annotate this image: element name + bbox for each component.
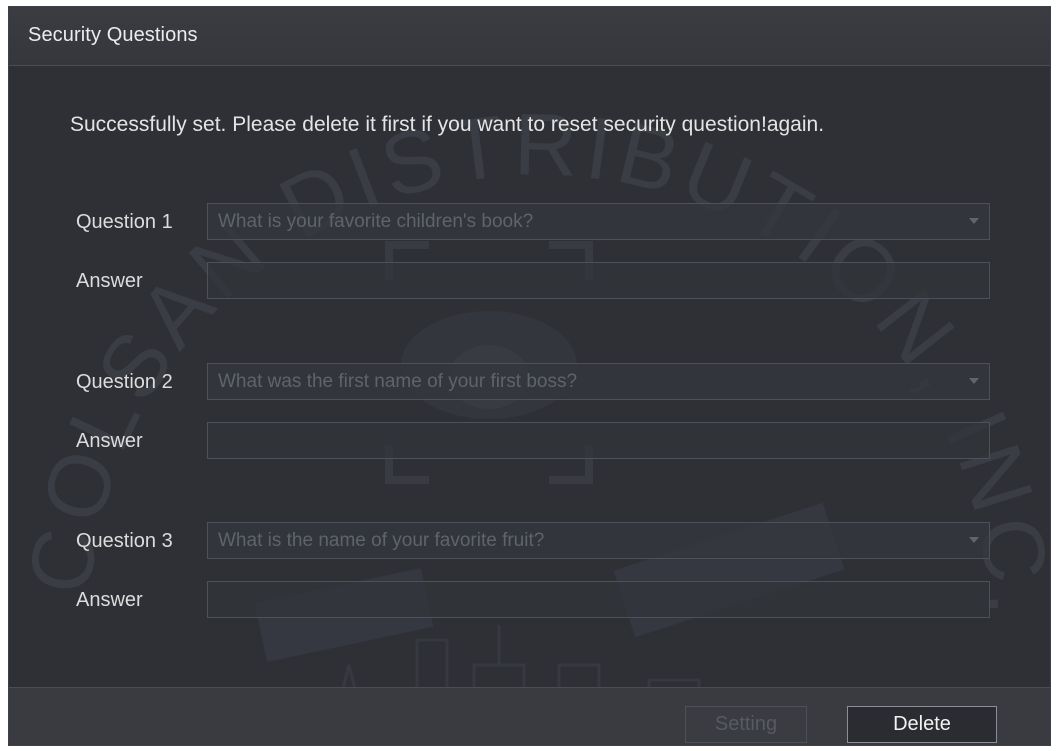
setting-button[interactable]: Setting: [685, 706, 807, 743]
status-message: Successfully set. Please delete it first…: [70, 113, 825, 136]
dialog-title: Security Questions: [28, 24, 198, 46]
question-1-selected-value: What is your favorite children's book?: [218, 211, 534, 232]
answer-3-label: Answer: [76, 589, 143, 611]
question-1-label: Question 1: [76, 211, 173, 233]
question-2-label: Question 2: [76, 371, 173, 393]
question-2-selected-value: What was the first name of your first bo…: [218, 371, 578, 392]
question-3-selected-value: What is the name of your favorite fruit?: [218, 530, 545, 551]
chevron-down-icon: [969, 218, 979, 224]
dialog-titlebar: Security Questions: [9, 7, 1050, 66]
question-2-select[interactable]: What was the first name of your first bo…: [207, 363, 990, 400]
answer-2-input[interactable]: [207, 422, 990, 459]
question-3-select[interactable]: What is the name of your favorite fruit?: [207, 522, 990, 559]
question-1-select[interactable]: What is your favorite children's book?: [207, 203, 990, 240]
answer-3-input[interactable]: [207, 581, 990, 618]
question-3-label: Question 3: [76, 530, 173, 552]
chevron-down-icon: [969, 378, 979, 384]
answer-1-label: Answer: [76, 270, 143, 292]
security-questions-dialog: Security Questions COLSAN DISTRIBUTION, …: [8, 6, 1051, 746]
answer-1-input[interactable]: [207, 262, 990, 299]
chevron-down-icon: [969, 537, 979, 543]
answer-2-label: Answer: [76, 430, 143, 452]
delete-button[interactable]: Delete: [847, 706, 997, 743]
watermark-logo: COLSAN DISTRIBUTION, INC.: [9, 94, 1050, 745]
